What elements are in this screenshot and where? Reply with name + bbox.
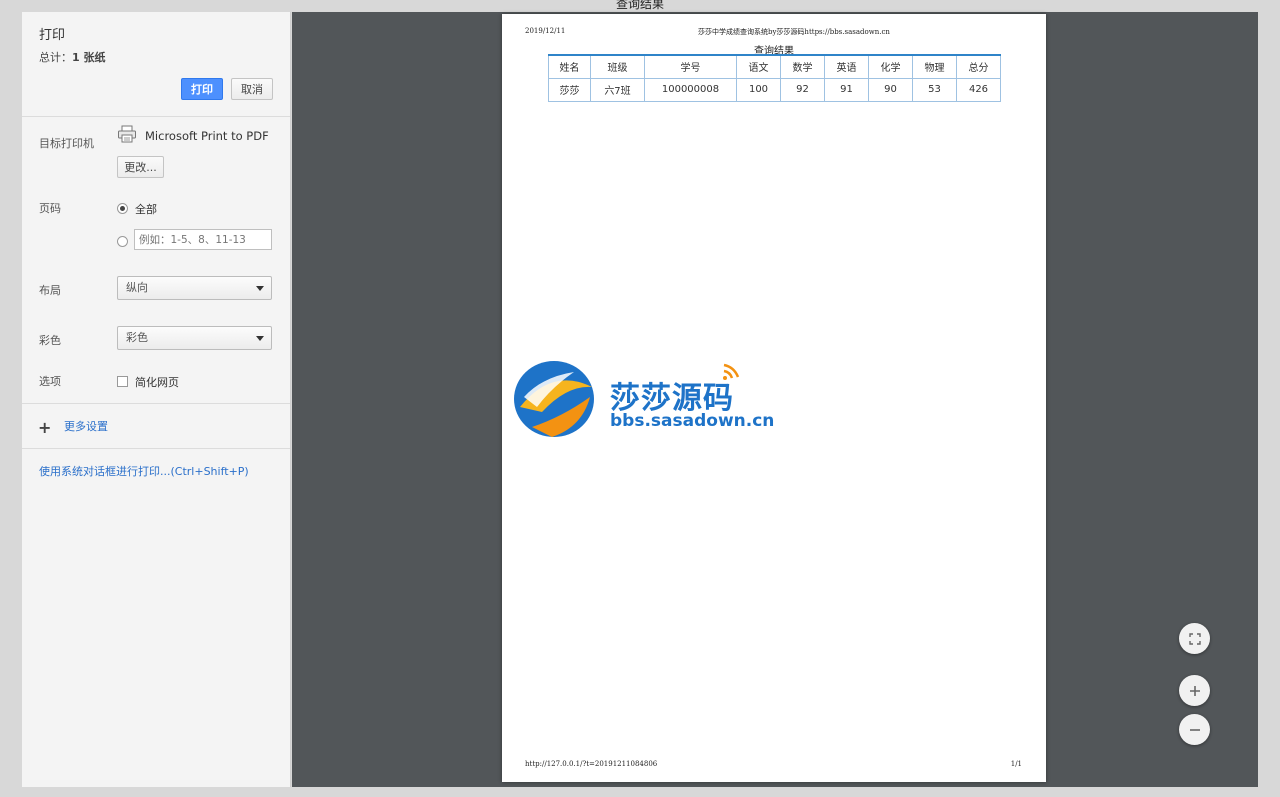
separator [22,403,290,404]
simplify-page-label: 简化网页 [135,376,179,389]
window-title: 查询结果 [615,0,664,11]
table-cell: 92 [780,77,825,102]
table-header-cell: 数学 [780,54,825,79]
zoom-out-icon[interactable] [1179,714,1210,745]
watermark-url: bbs.sasadown.cn [610,411,775,431]
fit-to-page-icon[interactable] [1179,623,1210,654]
separator [22,448,290,449]
printer-row: Microsoft Print to PDF [117,125,269,147]
sheet-total: 总计：1 张纸 [39,49,105,65]
zoom-in-icon[interactable] [1179,675,1210,706]
table-cell: 90 [868,77,913,102]
table-cell: 53 [912,77,957,102]
table-cell: 100000008 [644,77,737,102]
table-header-cell: 学号 [644,54,737,79]
color-select-value: 彩色 [126,331,148,344]
pages-custom-radio[interactable] [117,236,128,247]
table-header-cell: 英语 [824,54,869,79]
print-preview-area: 2019/12/11 莎莎中学成绩查询系统by莎莎源码https://bbs.s… [292,12,1258,787]
chevron-down-icon [256,336,264,341]
change-printer-button[interactable]: 更改... [117,156,164,178]
color-label: 彩色 [39,334,61,347]
table-cell: 426 [956,77,1001,102]
printer-icon [117,125,137,147]
table-row: 莎莎 六7班 100000008 100 92 91 90 53 426 [548,77,1001,102]
results-table: 姓名 班级 学号 语文 数学 英语 化学 物理 总分 莎莎 六7班 100000008 100 92 91… [548,54,1001,102]
table-cell: 100 [736,77,781,102]
color-select[interactable]: 彩色 [117,326,272,350]
sidebar-title: 打印 [39,28,66,43]
sheet-total-value: 1 张纸 [72,51,106,64]
table-header-cell: 姓名 [548,54,591,79]
chevron-down-icon [256,286,264,291]
cancel-button[interactable]: 取消 [231,78,273,100]
options-label: 选项 [39,375,61,388]
table-cell: 91 [824,77,869,102]
plus-icon[interactable]: + [38,418,51,437]
page-header-date: 2019/12/11 [525,27,566,35]
table-cell: 莎莎 [548,77,591,102]
more-settings-link[interactable]: 更多设置 [64,418,108,434]
simplify-page-checkbox[interactable] [117,376,128,387]
system-dialog-link[interactable]: 使用系统对话框进行打印...(Ctrl+Shift+P) [39,463,249,479]
table-header-cell: 总分 [956,54,1001,79]
page-header-title: 莎莎中学成绩查询系统by莎莎源码https://bbs.sasadown.cn [698,28,890,36]
table-header-cell: 班级 [590,54,645,79]
table-header-row: 姓名 班级 学号 语文 数学 英语 化学 物理 总分 [548,54,1001,79]
separator [22,116,290,117]
printer-name: Microsoft Print to PDF [145,129,269,143]
table-header-cell: 物理 [912,54,957,79]
layout-label: 布局 [39,284,61,297]
table-header-cell: 化学 [868,54,913,79]
table-header-cell: 语文 [736,54,781,79]
table-cell: 六7班 [590,77,645,102]
layout-select[interactable]: 纵向 [117,276,272,300]
sheet-total-label: 总计： [39,51,72,64]
preview-page: 2019/12/11 莎莎中学成绩查询系统by莎莎源码https://bbs.s… [502,14,1046,782]
destination-label: 目标打印机 [39,137,94,150]
page-footer-url: http://127.0.0.1/?t=20191211084806 [525,760,658,768]
layout-select-value: 纵向 [126,281,148,294]
pages-custom-input[interactable] [134,229,272,250]
watermark-logo: 莎莎源码 bbs.sasadown.cn [512,357,775,442]
pages-label: 页码 [39,202,61,215]
print-button[interactable]: 打印 [181,78,223,100]
pages-all-radio[interactable] [117,203,128,214]
pages-all-label: 全部 [135,203,157,216]
page-footer-number: 1/1 [1010,760,1022,768]
print-settings-sidebar: 打印 总计：1 张纸 打印 取消 目标打印机 Microsoft Print t… [22,12,291,787]
